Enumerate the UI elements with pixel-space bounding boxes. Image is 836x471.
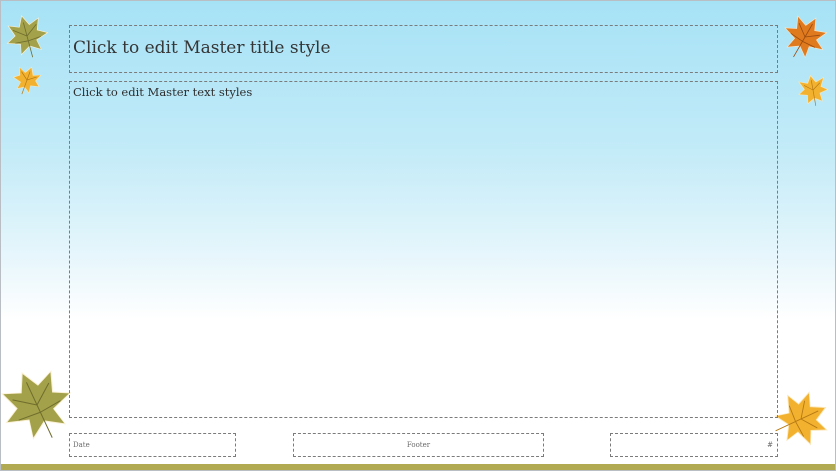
date-placeholder[interactable]: Date — [69, 433, 236, 457]
bottom-accent-bar — [1, 464, 835, 470]
green-leaf-icon-bottom-left — [1, 369, 72, 440]
slide-number-placeholder[interactable]: # — [610, 433, 778, 457]
slide-number-placeholder-text: # — [767, 441, 773, 449]
date-placeholder-text: Date — [73, 441, 90, 449]
body-placeholder-text: Click to edit Master text styles — [73, 85, 253, 99]
body-placeholder[interactable]: Click to edit Master text styles — [69, 81, 778, 418]
orange-leaf-icon-top-right — [784, 15, 828, 59]
green-leaf-icon-top-left — [6, 15, 49, 58]
footer-placeholder-text: Footer — [406, 441, 431, 449]
title-placeholder-text: Click to edit Master title style — [73, 38, 331, 58]
slide-master-canvas: Click to edit Master title style Click t… — [0, 0, 836, 471]
yellow-leaf-icon-top-right — [798, 74, 829, 106]
footer-placeholder[interactable]: Footer — [293, 433, 544, 457]
yellow-leaf-icon-top-left — [12, 66, 42, 95]
title-placeholder[interactable]: Click to edit Master title style — [69, 25, 778, 73]
